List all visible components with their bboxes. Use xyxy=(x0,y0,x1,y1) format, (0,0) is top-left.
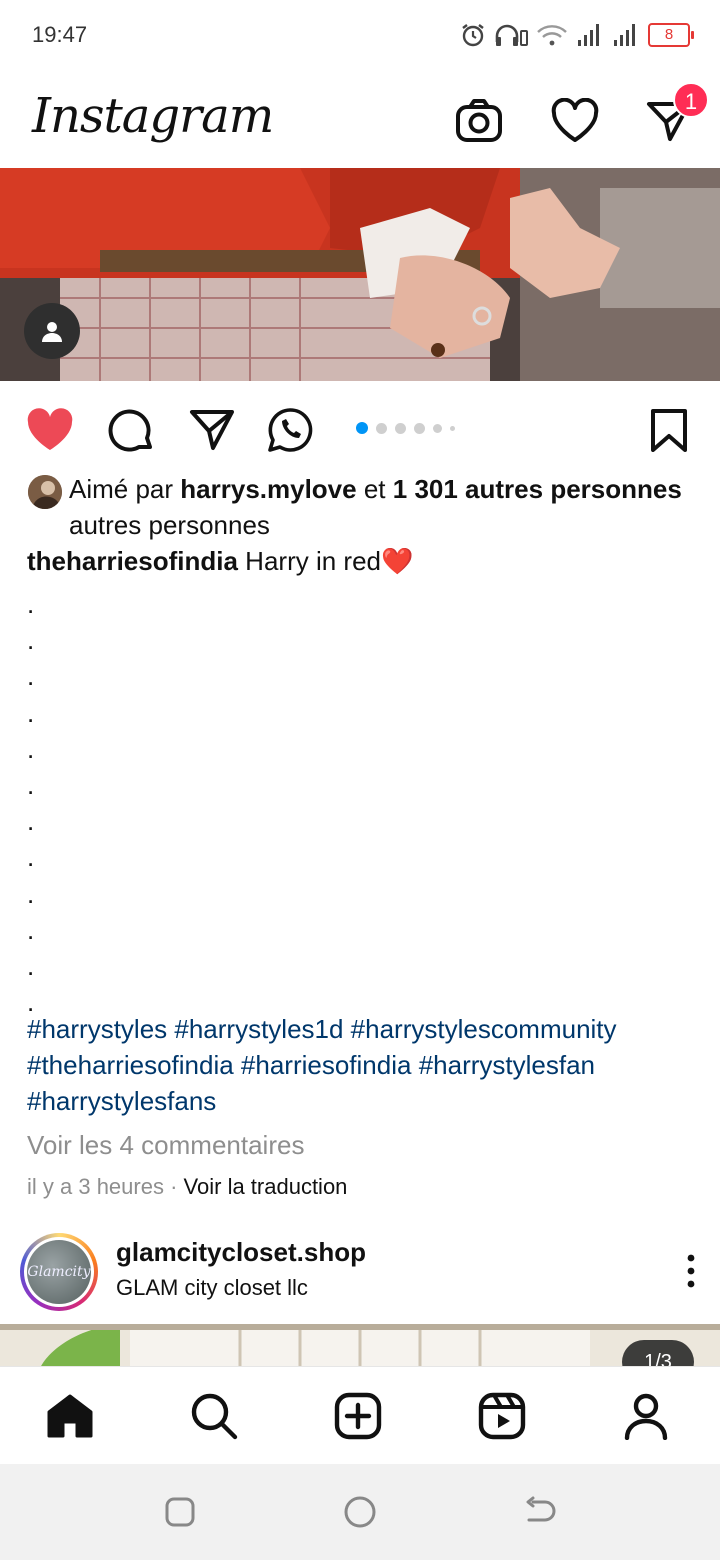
alarm-icon xyxy=(462,24,484,47)
system-back-button[interactable] xyxy=(518,1490,562,1534)
home-icon xyxy=(47,1394,93,1438)
save-button[interactable] xyxy=(641,402,697,458)
hashtags-line-2[interactable]: #theharriesofindia #harriesofindia #harr… xyxy=(27,1047,717,1083)
carousel-dot-active xyxy=(356,422,368,434)
tagged-users-button[interactable] xyxy=(24,303,80,359)
next-post-avatar[interactable]: Glamcity xyxy=(20,1233,98,1311)
next-post-username[interactable]: glamcitycloset.shop xyxy=(116,1237,366,1268)
person-icon xyxy=(42,322,62,342)
post-author[interactable]: theharriesofindia xyxy=(27,546,238,576)
caption-dot-line: . xyxy=(27,733,35,764)
carousel-dot xyxy=(450,425,455,431)
nav-profile[interactable] xyxy=(616,1386,676,1446)
caption-dot-line: . xyxy=(27,914,35,945)
carousel-indicator xyxy=(356,422,455,434)
avatar-image: Glamcity xyxy=(27,1240,91,1304)
more-options-button[interactable] xyxy=(676,1252,706,1292)
caption-dot-line: . xyxy=(27,950,35,981)
battery-indicator: 8 xyxy=(648,23,694,47)
carousel-dot xyxy=(414,422,425,434)
carousel-dot xyxy=(395,422,406,434)
next-post-image[interactable] xyxy=(0,1324,720,1368)
post-meta: il y a 3 heures · Voir la traduction xyxy=(27,1174,347,1200)
headphones-icon xyxy=(495,24,528,46)
likes-and: et xyxy=(363,474,386,504)
caption-dot-line: . xyxy=(27,589,35,619)
profile-icon xyxy=(624,1393,668,1440)
recents-icon xyxy=(165,1497,195,1527)
heart-icon xyxy=(551,98,599,142)
notification-badge: 1 xyxy=(673,82,709,118)
search-icon xyxy=(191,1393,238,1440)
hashtags-line-3[interactable]: #harrystylesfans xyxy=(27,1083,717,1119)
likes-suffix: autres personnes xyxy=(69,510,270,540)
time-ago: il y a 3 heures xyxy=(27,1174,164,1199)
hashtags-line-1[interactable]: #harrystyles #harrystyles1d #harrystyles… xyxy=(27,1011,717,1047)
carousel-dot xyxy=(433,423,442,433)
nav-home[interactable] xyxy=(40,1386,100,1446)
post-image[interactable] xyxy=(0,168,720,381)
caption-dot-line: . xyxy=(27,878,35,909)
home-circle-icon xyxy=(344,1496,376,1528)
view-comments-link[interactable]: Voir les 4 commentaires xyxy=(27,1127,304,1163)
create-icon xyxy=(334,1392,382,1440)
signal-icon-1 xyxy=(578,24,599,46)
caption-text: Harry in red❤️ xyxy=(245,546,414,576)
like-icon xyxy=(27,408,73,450)
nav-reels[interactable] xyxy=(472,1386,532,1446)
liker-avatar[interactable] xyxy=(28,475,62,509)
likes-prefix: Aimé par xyxy=(69,474,174,504)
caption-dot-line: . xyxy=(27,697,35,728)
caption-dot-line: . xyxy=(27,625,35,656)
meta-separator: · xyxy=(170,1174,178,1199)
bookmark-icon xyxy=(651,409,687,452)
nav-create[interactable] xyxy=(328,1386,388,1446)
carousel-dot xyxy=(376,422,387,434)
camera-button[interactable] xyxy=(452,94,506,148)
translate-link[interactable]: Voir la traduction xyxy=(184,1174,348,1199)
reels-icon xyxy=(478,1392,526,1440)
system-recents-button[interactable] xyxy=(158,1490,202,1534)
avatar-border: Glamcity xyxy=(24,1237,94,1307)
likes-count[interactable]: 1 301 autres personnes xyxy=(393,474,682,504)
status-icons: 8 xyxy=(460,18,694,52)
activity-button[interactable] xyxy=(548,94,602,148)
status-time: 19:47 xyxy=(32,22,88,47)
liker-username[interactable]: harrys.mylove xyxy=(180,474,356,504)
share-icon xyxy=(190,410,234,450)
share-button[interactable] xyxy=(184,402,240,458)
system-home-button[interactable] xyxy=(338,1490,382,1534)
like-button[interactable] xyxy=(22,402,78,458)
more-vertical-icon xyxy=(687,1254,695,1288)
signal-icon-2 xyxy=(614,24,635,46)
instagram-logo[interactable]: Instagram xyxy=(32,88,274,144)
camera-icon xyxy=(456,99,502,142)
caption-dot-line: . xyxy=(27,806,35,837)
likes-summary: Aimé par harrys.mylove et 1 301 autres p… xyxy=(69,471,699,543)
caption: theharriesofindia Harry in red❤️ xyxy=(27,543,707,579)
caption-dot-line: . xyxy=(27,842,35,873)
post-photo xyxy=(0,168,720,381)
back-icon xyxy=(526,1496,556,1522)
whatsapp-icon xyxy=(268,408,313,452)
caption-dots: . . . . . . . . . . . . xyxy=(27,586,47,1020)
whatsapp-share-button[interactable] xyxy=(262,402,318,458)
comment-icon xyxy=(108,409,152,452)
comment-button[interactable] xyxy=(103,402,159,458)
next-post-photo xyxy=(0,1324,720,1368)
next-post-subtitle[interactable]: GLAM city closet llc xyxy=(116,1275,308,1301)
caption-dot-line: . xyxy=(27,769,35,800)
nav-search[interactable] xyxy=(184,1386,244,1446)
wifi-icon xyxy=(537,25,567,46)
caption-dot-line: . xyxy=(27,661,35,692)
